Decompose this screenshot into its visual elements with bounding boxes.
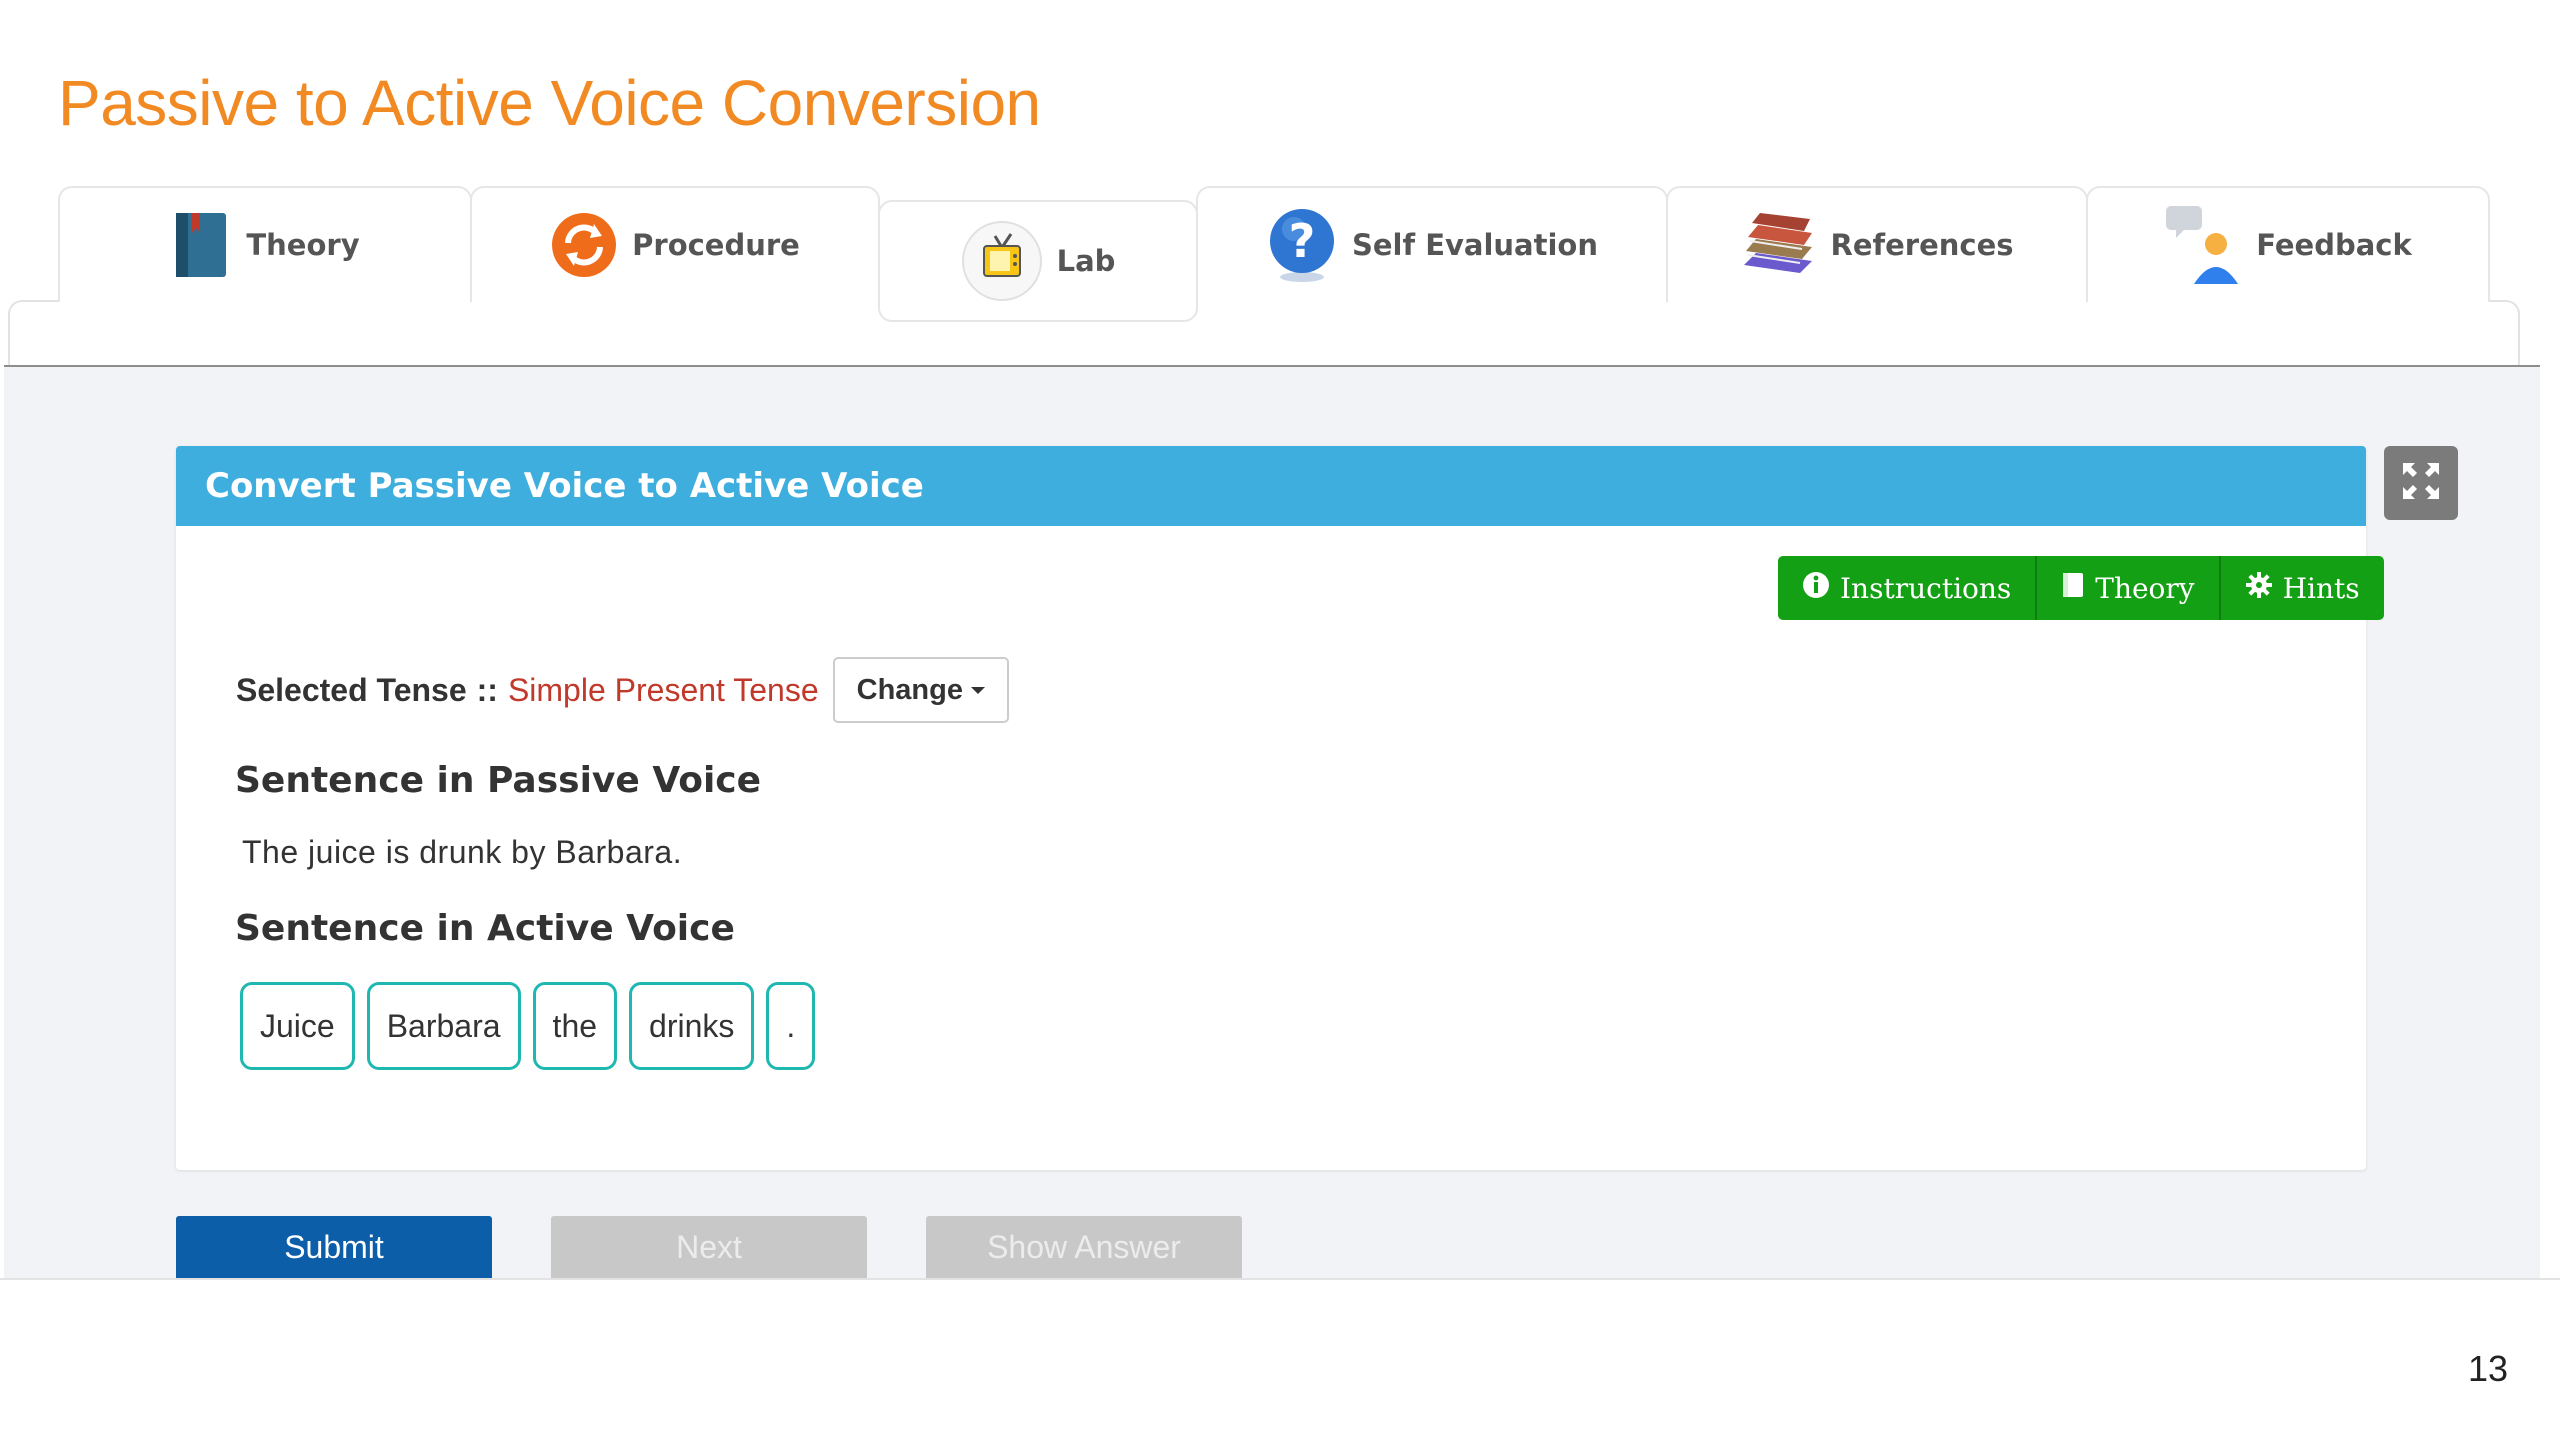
bottom-divider [0, 1278, 2560, 1280]
panel-header: Convert Passive Voice to Active Voice [176, 446, 2366, 526]
theory-button[interactable]: Theory [2037, 556, 2221, 620]
fullscreen-button[interactable] [2384, 446, 2458, 520]
tab-label: Theory [246, 228, 360, 262]
hints-label: Hints [2282, 571, 2360, 605]
active-heading: Sentence in Active Voice [235, 908, 735, 949]
theory-label: Theory [2095, 571, 2195, 605]
show-answer-button[interactable]: Show Answer [926, 1216, 1242, 1278]
tab-self-evaluation[interactable]: ? Self Evaluation [1196, 186, 1668, 302]
books-icon [1740, 209, 1816, 281]
tab-label: Self Evaluation [1351, 228, 1599, 262]
passive-heading: Sentence in Passive Voice [235, 760, 762, 801]
change-tense-button[interactable]: Change [832, 657, 1009, 723]
gear-icon [2245, 571, 2273, 606]
tab-bar [8, 300, 2520, 370]
expand-icon [2401, 461, 2441, 505]
submit-button[interactable]: Submit [176, 1216, 492, 1278]
word-tile[interactable]: drinks [629, 982, 755, 1070]
refresh-icon [550, 211, 618, 279]
tab-procedure[interactable]: Procedure [470, 186, 880, 302]
book-icon [170, 211, 232, 279]
tab-label: References [1830, 228, 2014, 262]
word-tile[interactable]: Barbara [366, 982, 521, 1070]
tab-label: Lab [1056, 244, 1116, 278]
tense-label: Selected Tense [236, 671, 467, 708]
tab-references[interactable]: References [1666, 186, 2088, 302]
info-icon [1802, 571, 1830, 606]
tense-value: Simple Present Tense [507, 671, 819, 708]
next-button[interactable]: Next [551, 1216, 867, 1278]
word-tile[interactable]: Juice [240, 982, 355, 1070]
word-tile[interactable]: . [766, 982, 816, 1070]
caret-down-icon [970, 686, 985, 694]
question-icon: ? [1266, 207, 1338, 283]
helper-button-group: Instructions Theory Hints [1778, 556, 2384, 620]
page-title: Passive to Active Voice Conversion [58, 67, 1041, 139]
tab-lab[interactable]: Lab [878, 200, 1198, 322]
exercise-panel: Convert Passive Voice to Active Voice In… [176, 446, 2384, 1170]
panel-title: Convert Passive Voice to Active Voice [205, 466, 924, 506]
change-label: Change [856, 673, 963, 706]
page-number: 13 [2468, 1348, 2509, 1389]
instructions-button[interactable]: Instructions [1778, 556, 2038, 620]
tense-separator: :: [476, 671, 498, 708]
tab-label: Feedback [2256, 228, 2412, 262]
word-tile[interactable]: the [532, 982, 618, 1070]
user-chat-icon [2164, 204, 2242, 286]
tab-label: Procedure [632, 228, 800, 262]
svg-text:?: ? [1289, 214, 1316, 268]
tense-row: Selected Tense :: Simple Present Tense C… [236, 656, 1009, 724]
hints-button[interactable]: Hints [2220, 556, 2384, 620]
tab-theory[interactable]: Theory [58, 186, 472, 302]
tab-feedback[interactable]: Feedback [2086, 186, 2490, 302]
tv-icon [961, 220, 1043, 302]
word-tiles: Juice Barbara the drinks . [240, 982, 816, 1070]
book-icon [2061, 571, 2085, 606]
passive-sentence: The juice is drunk by Barbara. [242, 834, 683, 870]
instructions-label: Instructions [1840, 571, 2012, 605]
